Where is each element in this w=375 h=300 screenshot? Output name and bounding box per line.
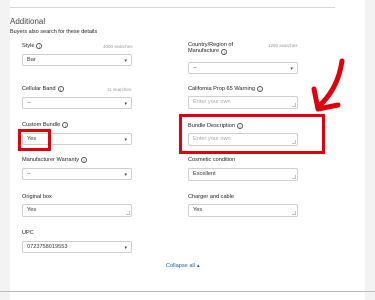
bundle-desc-label: Bundle Description i	[188, 123, 243, 130]
style-label-text: Style	[22, 43, 35, 49]
cellular-select[interactable]: -- ▾	[22, 97, 132, 109]
prop65-label: California Prop 65 Warning i	[188, 86, 263, 93]
chevron-down-icon: ▾	[124, 101, 127, 107]
cellular-label: Cellular Band i	[22, 86, 64, 93]
warranty-label-text: Manufacturer Warranty	[22, 157, 79, 163]
resize-handle-icon[interactable]	[126, 211, 130, 215]
section-title: Additional	[10, 17, 46, 26]
upc-value: 0723758019553	[27, 244, 68, 250]
prop65-placeholder: Enter your own	[193, 99, 231, 105]
cosmetic-value: Excellent	[193, 171, 216, 177]
country-label-line2: Manufacture	[188, 48, 220, 55]
info-icon[interactable]: i	[236, 123, 243, 130]
style-select[interactable]: Bar ▾	[22, 54, 132, 66]
annotation-arrow-icon	[311, 58, 345, 112]
chevron-down-icon: ▾	[124, 137, 127, 143]
chevron-down-icon: ▾	[124, 245, 127, 251]
resize-handle-icon[interactable]	[292, 103, 296, 107]
info-icon[interactable]: i	[62, 122, 69, 129]
style-label: Style i	[22, 43, 43, 50]
original-box-value: Yes	[27, 207, 37, 213]
bundle-desc-textarea[interactable]: Enter your own	[188, 133, 298, 146]
upc-select[interactable]: 0723758019553 ▾	[22, 241, 132, 253]
warranty-select[interactable]: -- ▾	[22, 168, 132, 180]
style-hint: 4000 searches	[103, 44, 133, 49]
info-icon[interactable]: i	[36, 43, 43, 50]
chevron-down-icon: ▾	[290, 66, 293, 72]
custom-bundle-label-text: Custom Bundle	[22, 122, 61, 128]
upc-label-text: UPC	[22, 230, 34, 236]
warranty-label: Manufacturer Warranty i	[22, 157, 87, 164]
prop65-label-text: California Prop 65 Warning	[188, 86, 255, 92]
info-icon[interactable]: i	[81, 157, 87, 164]
original-box-label-text: Original box	[22, 194, 52, 200]
chevron-up-icon: ▴	[196, 263, 200, 269]
info-icon[interactable]: i	[256, 86, 263, 93]
divider	[0, 291, 375, 292]
warranty-value: --	[27, 171, 31, 177]
charger-label-text: Charger and cable	[188, 194, 235, 200]
charger-value: Yes	[193, 207, 203, 213]
annotation-highlight-box	[18, 129, 51, 151]
country-label: Country/Region of Manufacture i	[188, 42, 233, 55]
country-hint: 1250 searches	[268, 43, 298, 48]
upc-label: UPC	[22, 230, 34, 236]
charger-label: Charger and cable	[188, 194, 234, 200]
resize-handle-icon[interactable]	[292, 140, 296, 144]
cellular-hint: 11 searches	[107, 87, 132, 92]
cosmetic-label: Cosmetic condition	[188, 157, 235, 163]
custom-bundle-label: Custom Bundle i	[22, 122, 69, 129]
resize-handle-icon[interactable]	[292, 211, 296, 215]
prop65-textarea[interactable]: Enter your own	[188, 96, 298, 109]
original-box-textarea[interactable]: Yes	[22, 204, 132, 217]
chevron-down-icon: ▾	[124, 58, 127, 64]
bundle-desc-label-text: Bundle Description	[188, 123, 235, 129]
style-value: Bar	[27, 57, 36, 63]
cellular-label-text: Cellular Band	[22, 86, 56, 92]
collapse-all-label: Collapse all	[166, 263, 195, 269]
country-value: --	[193, 65, 197, 71]
section-subtitle: Buyers also search for these details	[10, 29, 98, 35]
cosmetic-textarea[interactable]: Excellent	[188, 168, 298, 181]
cellular-value: --	[27, 100, 31, 106]
info-icon[interactable]: i	[57, 86, 64, 93]
original-box-label: Original box	[22, 194, 52, 200]
country-select[interactable]: -- ▾	[188, 62, 298, 74]
charger-textarea[interactable]: Yes	[188, 204, 298, 217]
bundle-desc-placeholder: Enter your own	[193, 136, 231, 142]
info-icon[interactable]: i	[221, 48, 228, 55]
chevron-down-icon: ▾	[124, 172, 127, 178]
cosmetic-label-text: Cosmetic condition	[188, 157, 236, 163]
resize-handle-icon[interactable]	[292, 175, 296, 179]
collapse-all-link[interactable]: Collapse all ▴	[166, 263, 200, 269]
divider	[10, 7, 335, 8]
